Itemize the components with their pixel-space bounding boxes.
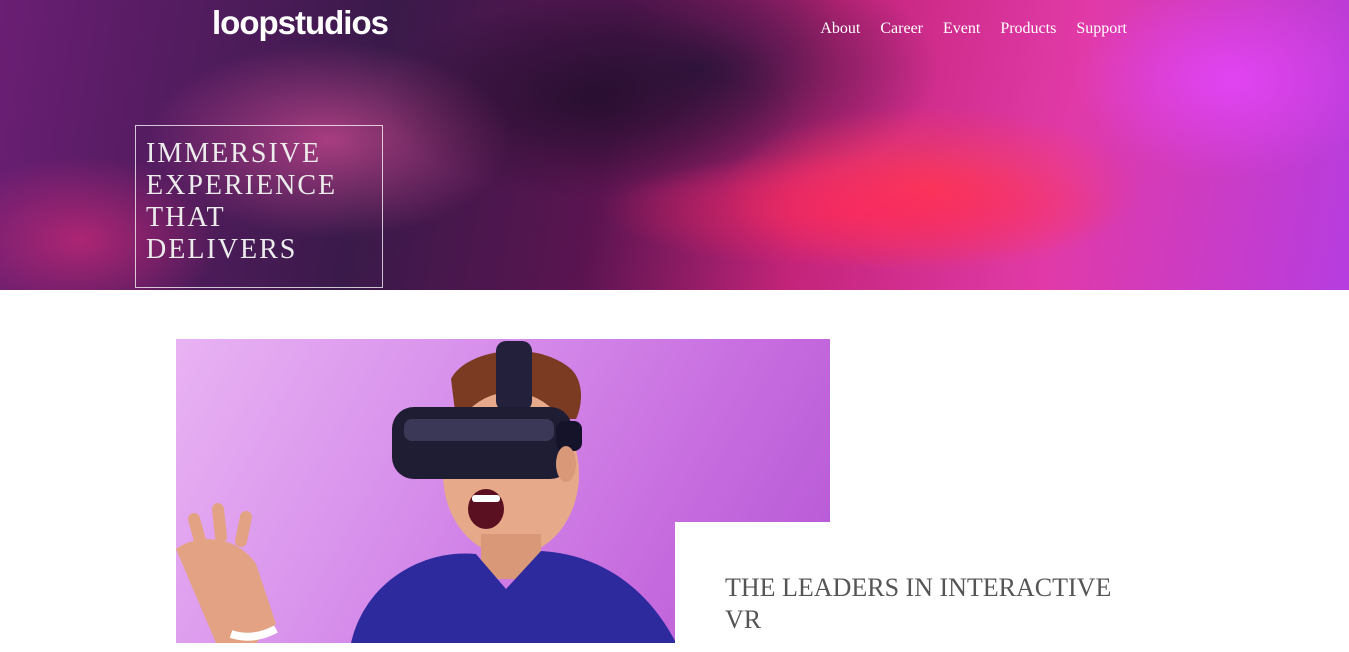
hero-photo-highlight: [600, 150, 1120, 270]
hero-headline: IMMERSIVE EXPERIENCE THAT DELIVERS: [146, 138, 372, 266]
hero-headline-line: EXPERIENCE: [146, 170, 338, 201]
main-nav: About Career Event Products Support: [820, 20, 1127, 38]
feature-card: THE LEADERS IN INTERACTIVE VR: [675, 522, 1135, 652]
nav-link-career[interactable]: Career: [880, 20, 923, 38]
hero-headline-box: IMMERSIVE EXPERIENCE THAT DELIVERS: [135, 125, 383, 288]
feature-title: THE LEADERS IN INTERACTIVE VR: [725, 573, 1112, 634]
nav-link-products[interactable]: Products: [1000, 20, 1056, 38]
nav-link-about[interactable]: About: [820, 20, 860, 38]
hero-headline-line: THAT: [146, 202, 226, 233]
nav-link-support[interactable]: Support: [1076, 20, 1127, 38]
hero-headline-line: IMMERSIVE: [146, 138, 322, 169]
nav-link-event[interactable]: Event: [943, 20, 980, 38]
hero-banner: loopstudios About Career Event Products …: [0, 0, 1349, 290]
logo[interactable]: loopstudios: [212, 4, 389, 42]
hero-headline-line: DELIVERS: [146, 234, 298, 265]
